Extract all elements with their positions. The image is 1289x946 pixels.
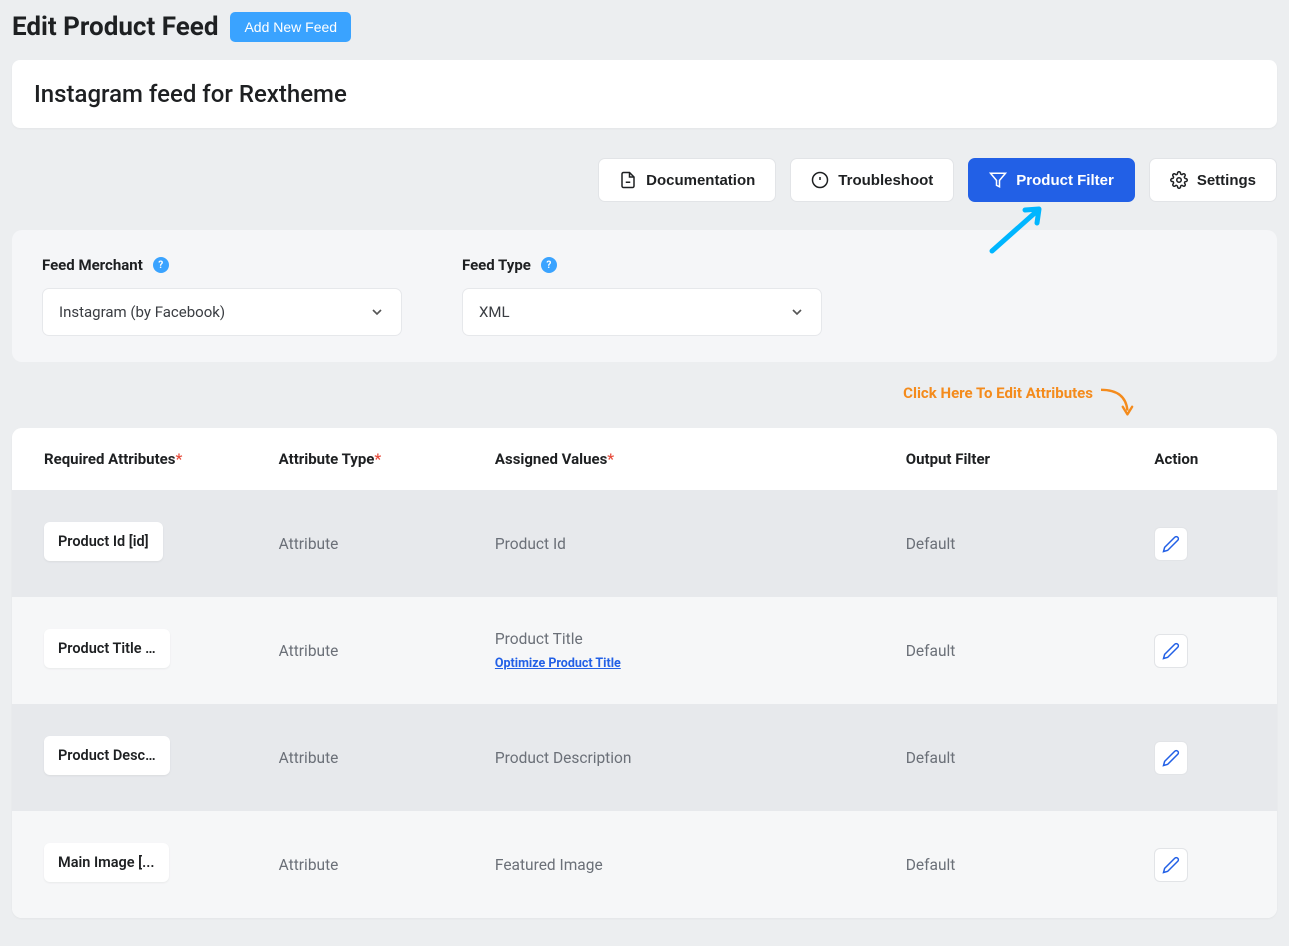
- optimize-link[interactable]: Optimize Product Title: [495, 656, 870, 671]
- pencil-icon: [1162, 642, 1180, 660]
- required-star: *: [175, 450, 182, 468]
- edit-row-button[interactable]: [1154, 848, 1188, 882]
- attribute-type-cell: Attribute: [261, 490, 477, 597]
- required-star: *: [607, 450, 614, 468]
- th-values: Assigned Values: [495, 450, 607, 468]
- documentation-button[interactable]: Documentation: [598, 158, 776, 202]
- toolbar: Documentation Troubleshoot Product Filte…: [12, 158, 1277, 202]
- filter-icon: [989, 171, 1007, 189]
- table-row: Product Title … AttributeProduct TitleOpt…: [12, 597, 1277, 704]
- output-filter-cell: Default: [888, 811, 1137, 918]
- attributes-table: Required Attributes* Attribute Type* Ass…: [12, 428, 1277, 918]
- attribute-tag[interactable]: Product Id [id]: [44, 522, 163, 561]
- table-row: Product Id [id] AttributeProduct IdDefaul…: [12, 490, 1277, 597]
- curved-arrow-icon: [1099, 386, 1137, 420]
- th-type: Attribute Type: [279, 450, 375, 468]
- feed-merchant-value: Instagram (by Facebook): [59, 303, 225, 321]
- document-icon: [619, 171, 637, 189]
- pencil-icon: [1162, 535, 1180, 553]
- add-new-feed-button[interactable]: Add New Feed: [230, 12, 351, 42]
- attributes-table-card: Required Attributes* Attribute Type* Ass…: [12, 428, 1277, 918]
- chevron-down-icon: [369, 304, 385, 320]
- help-icon[interactable]: ?: [541, 257, 557, 273]
- settings-label: Settings: [1197, 172, 1256, 189]
- feed-type-select[interactable]: XML: [462, 288, 822, 336]
- table-row: Main Image [... AttributeFeatured ImageDe…: [12, 811, 1277, 918]
- attribute-tag[interactable]: Product Desc…: [44, 736, 170, 775]
- pencil-icon: [1162, 856, 1180, 874]
- assigned-value-cell: Product Id: [477, 490, 888, 597]
- required-star: *: [374, 450, 381, 468]
- documentation-label: Documentation: [646, 172, 755, 189]
- feed-name-text: Instagram feed for Rextheme: [34, 80, 1255, 108]
- troubleshoot-label: Troubleshoot: [838, 172, 933, 189]
- feed-merchant-label: Feed Merchant: [42, 256, 143, 274]
- annotation-arrow-icon: [987, 206, 1047, 256]
- output-filter-cell: Default: [888, 704, 1137, 811]
- troubleshoot-button[interactable]: Troubleshoot: [790, 158, 954, 202]
- feed-type-label: Feed Type: [462, 256, 531, 274]
- edit-row-button[interactable]: [1154, 741, 1188, 775]
- attribute-type-cell: Attribute: [261, 811, 477, 918]
- attribute-tag[interactable]: Product Title …: [44, 629, 170, 668]
- assigned-value-cell: Featured Image: [477, 811, 888, 918]
- th-required: Required Attributes: [44, 450, 175, 468]
- gear-icon: [1170, 171, 1188, 189]
- assigned-value-cell: Product Description: [477, 704, 888, 811]
- edit-attributes-hint: Click Here To Edit Attributes: [903, 384, 1093, 402]
- feed-name-input[interactable]: Instagram feed for Rextheme: [12, 60, 1277, 128]
- help-icon[interactable]: ?: [153, 257, 169, 273]
- output-filter-cell: Default: [888, 490, 1137, 597]
- edit-row-button[interactable]: [1154, 527, 1188, 561]
- feed-merchant-select[interactable]: Instagram (by Facebook): [42, 288, 402, 336]
- pencil-icon: [1162, 749, 1180, 767]
- edit-row-button[interactable]: [1154, 634, 1188, 668]
- th-filter: Output Filter: [888, 428, 1137, 490]
- page-title: Edit Product Feed: [12, 12, 218, 42]
- assigned-value-cell: Product TitleOptimize Product Title: [477, 597, 888, 704]
- attribute-tag[interactable]: Main Image [...: [44, 843, 169, 882]
- settings-button[interactable]: Settings: [1149, 158, 1277, 202]
- attribute-type-cell: Attribute: [261, 597, 477, 704]
- product-filter-label: Product Filter: [1016, 172, 1114, 189]
- output-filter-cell: Default: [888, 597, 1137, 704]
- chevron-down-icon: [789, 304, 805, 320]
- table-row: Product Desc… AttributeProduct Descriptio…: [12, 704, 1277, 811]
- alert-icon: [811, 171, 829, 189]
- product-filter-button[interactable]: Product Filter: [968, 158, 1135, 202]
- th-action: Action: [1136, 428, 1277, 490]
- attribute-type-cell: Attribute: [261, 704, 477, 811]
- feed-config-card: Feed Merchant ? Instagram (by Facebook) …: [12, 230, 1277, 362]
- feed-type-value: XML: [479, 303, 510, 321]
